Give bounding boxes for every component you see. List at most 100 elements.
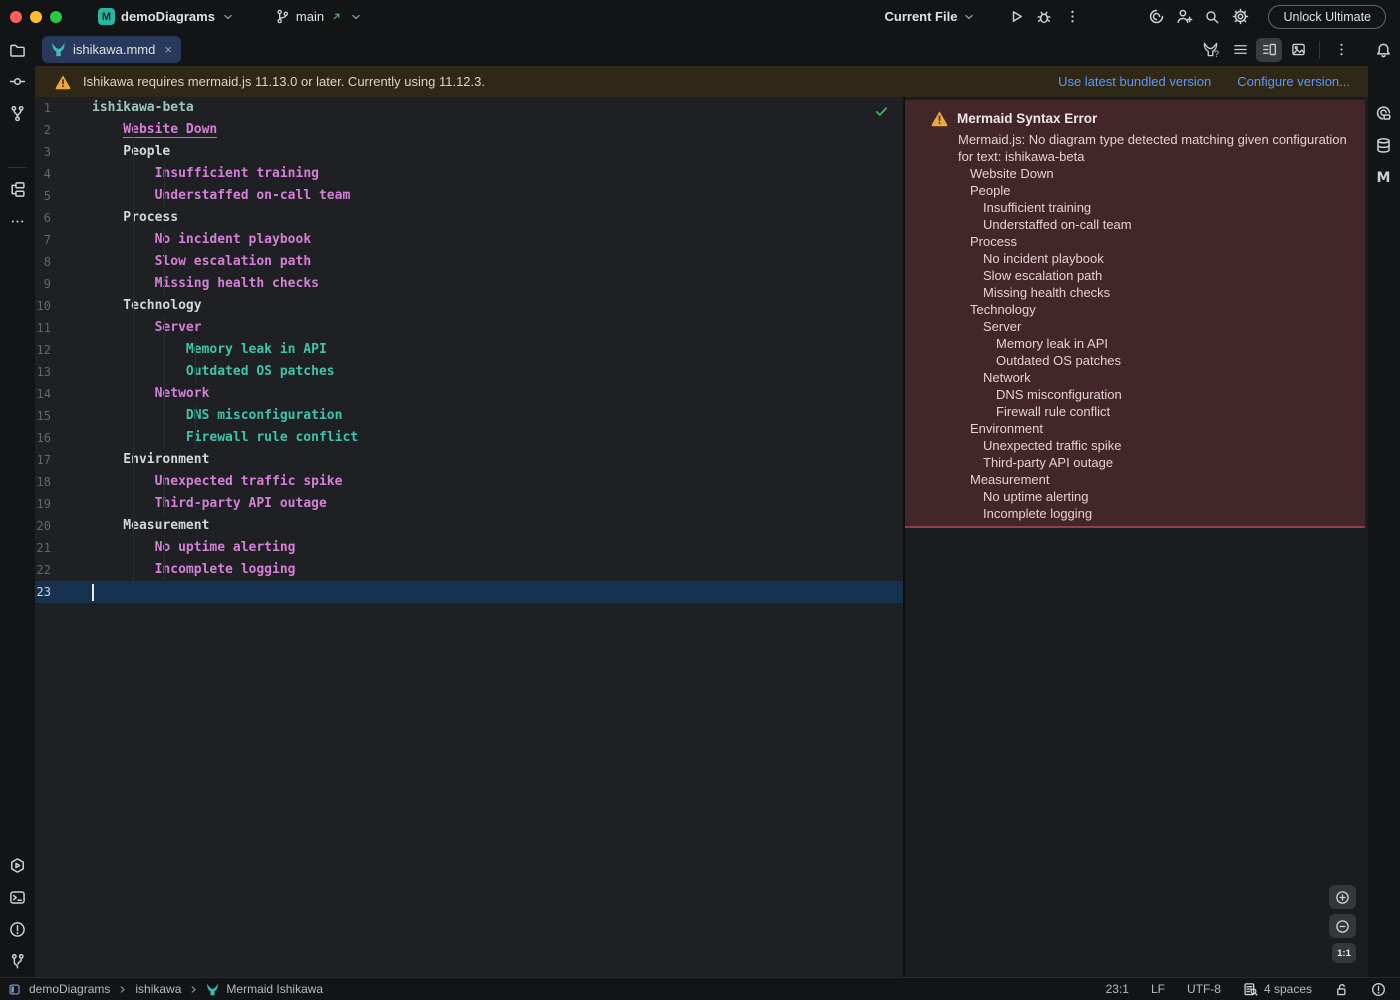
code-editor[interactable]: 1 ishikawa-beta 2 Website Down 3 People …: [35, 97, 903, 977]
editor-line[interactable]: 19 Third-party API outage: [35, 493, 903, 515]
show-editor-and-preview-button[interactable]: [1256, 38, 1282, 62]
version-control-tool-button[interactable]: [4, 948, 31, 975]
code-text: Memory leak in API: [92, 339, 327, 361]
bell-icon: [1375, 42, 1392, 59]
caret-position-widget[interactable]: 23:1: [1106, 982, 1129, 996]
zoom-reset-button[interactable]: 1:1: [1332, 943, 1356, 963]
editor-line[interactable]: 10 Technology: [35, 295, 903, 317]
configure-version-link[interactable]: Configure version...: [1237, 74, 1350, 89]
pull-requests-tool-button[interactable]: [4, 100, 31, 127]
problems-tool-button[interactable]: [4, 916, 31, 943]
indent-guide: [164, 229, 165, 295]
tool-window-layout-icon[interactable]: [8, 983, 21, 996]
terminal-tool-button[interactable]: [4, 884, 31, 911]
run-configuration-selector[interactable]: Current File: [877, 6, 985, 27]
commit-tool-button[interactable]: [4, 68, 31, 95]
zoom-in-button[interactable]: [1329, 885, 1356, 909]
project-tool-button[interactable]: [4, 37, 31, 64]
image-preview-icon: [1291, 42, 1306, 57]
editor-line[interactable]: 2 Website Down: [35, 119, 903, 141]
error-text-line: No uptime alerting: [970, 488, 1349, 505]
minimize-window-button[interactable]: [30, 11, 42, 23]
terminal-icon: [9, 889, 26, 906]
services-tool-button[interactable]: [4, 852, 31, 879]
maximize-window-button[interactable]: [50, 11, 62, 23]
rail-separator: [8, 167, 27, 168]
show-preview-only-button[interactable]: [1285, 38, 1311, 62]
code-with-me-button[interactable]: [1170, 4, 1198, 30]
ai-assistant-tool-button[interactable]: [1370, 100, 1397, 127]
close-tab-icon[interactable]: ×: [164, 43, 172, 56]
project-widget[interactable]: M demoDiagrams: [90, 5, 243, 28]
editor-line[interactable]: 7 No incident playbook: [35, 229, 903, 251]
error-text-line: Slow escalation path: [970, 267, 1349, 284]
editor-line[interactable]: 21 No uptime alerting: [35, 537, 903, 559]
editor-line[interactable]: 11 Server: [35, 317, 903, 339]
editor-line[interactable]: 22 Incomplete logging: [35, 559, 903, 581]
indent-widget[interactable]: 4 spaces: [1243, 982, 1312, 997]
editor-line[interactable]: 16 Firewall rule conflict: [35, 427, 903, 449]
editor-line[interactable]: 23: [35, 581, 903, 603]
editor-line[interactable]: 1 ishikawa-beta: [35, 97, 903, 119]
editor-line[interactable]: 20 Measurement: [35, 515, 903, 537]
indent-guide: [195, 339, 196, 383]
editor-line[interactable]: 5 Understaffed on-call team: [35, 185, 903, 207]
line-number: 12: [35, 339, 51, 361]
editor-line[interactable]: 4 Insufficient training: [35, 163, 903, 185]
unlocked-padlock-icon[interactable]: [1334, 982, 1349, 997]
zoom-in-icon: [1335, 890, 1350, 905]
database-tool-button[interactable]: [1370, 132, 1397, 159]
inspections-ok-check-icon[interactable]: [874, 104, 889, 119]
use-latest-bundled-version-link[interactable]: Use latest bundled version: [1058, 74, 1211, 89]
error-text-line: Insufficient training: [970, 199, 1349, 216]
code-text: Network: [92, 383, 209, 405]
error-message-line: Mermaid.js: No diagram type detected mat…: [958, 131, 1349, 148]
editor-options-button[interactable]: [1328, 38, 1354, 62]
show-editor-only-button[interactable]: [1227, 38, 1253, 62]
code-text: People: [92, 141, 170, 163]
separator: [1319, 41, 1320, 59]
more-tool-windows-button[interactable]: [4, 208, 31, 235]
error-text-line: Process: [970, 233, 1349, 250]
editor-line[interactable]: 13 Outdated OS patches: [35, 361, 903, 383]
notifications-button[interactable]: [1370, 37, 1397, 64]
encoding-widget[interactable]: UTF-8: [1187, 982, 1221, 996]
breadcrumb-file[interactable]: ishikawa: [135, 982, 181, 996]
line-number: 5: [35, 185, 51, 207]
editor-line[interactable]: 18 Unexpected traffic spike: [35, 471, 903, 493]
mermaid-help-button[interactable]: ?: [1198, 38, 1224, 62]
mermaid-chart-tool-button[interactable]: M: [1370, 164, 1397, 191]
line-number: 22: [35, 559, 51, 581]
gear-icon: [1232, 8, 1249, 25]
error-text-line: Firewall rule conflict: [970, 403, 1349, 420]
more-actions-button[interactable]: [1058, 4, 1086, 30]
tab-ishikawa-mmd[interactable]: ishikawa.mmd ×: [42, 36, 181, 63]
add-user-icon: [1176, 8, 1193, 25]
zoom-out-button[interactable]: [1329, 914, 1356, 938]
branch-widget[interactable]: main: [267, 6, 371, 27]
structure-tool-button[interactable]: [4, 176, 31, 203]
editor-line[interactable]: 6 Process: [35, 207, 903, 229]
close-window-button[interactable]: [10, 11, 22, 23]
search-everywhere-button[interactable]: [1198, 4, 1226, 30]
line-number: 15: [35, 405, 51, 427]
ai-assistant-button[interactable]: [1142, 4, 1170, 30]
error-text-line: Missing health checks: [970, 284, 1349, 301]
editor-line[interactable]: 15 DNS misconfiguration: [35, 405, 903, 427]
editor-line[interactable]: 8 Slow escalation path: [35, 251, 903, 273]
editor-line[interactable]: 3 People: [35, 141, 903, 163]
breadcrumb-project[interactable]: demoDiagrams: [29, 982, 110, 996]
error-text-line: Measurement: [970, 471, 1349, 488]
editor-line[interactable]: 12 Memory leak in API: [35, 339, 903, 361]
editor-line[interactable]: 14 Network: [35, 383, 903, 405]
debug-button[interactable]: [1030, 4, 1058, 30]
line-separator-widget[interactable]: LF: [1151, 982, 1165, 996]
breadcrumb-element[interactable]: Mermaid Ishikawa: [226, 982, 323, 996]
error-title-row: Mermaid Syntax Error: [931, 108, 1349, 128]
unlock-ultimate-button[interactable]: Unlock Ultimate: [1268, 5, 1386, 29]
run-button[interactable]: [1002, 4, 1030, 30]
settings-button[interactable]: [1226, 4, 1254, 30]
editor-line[interactable]: 9 Missing health checks: [35, 273, 903, 295]
editor-line[interactable]: 17 Environment: [35, 449, 903, 471]
error-indicator-icon[interactable]: [1371, 982, 1386, 997]
